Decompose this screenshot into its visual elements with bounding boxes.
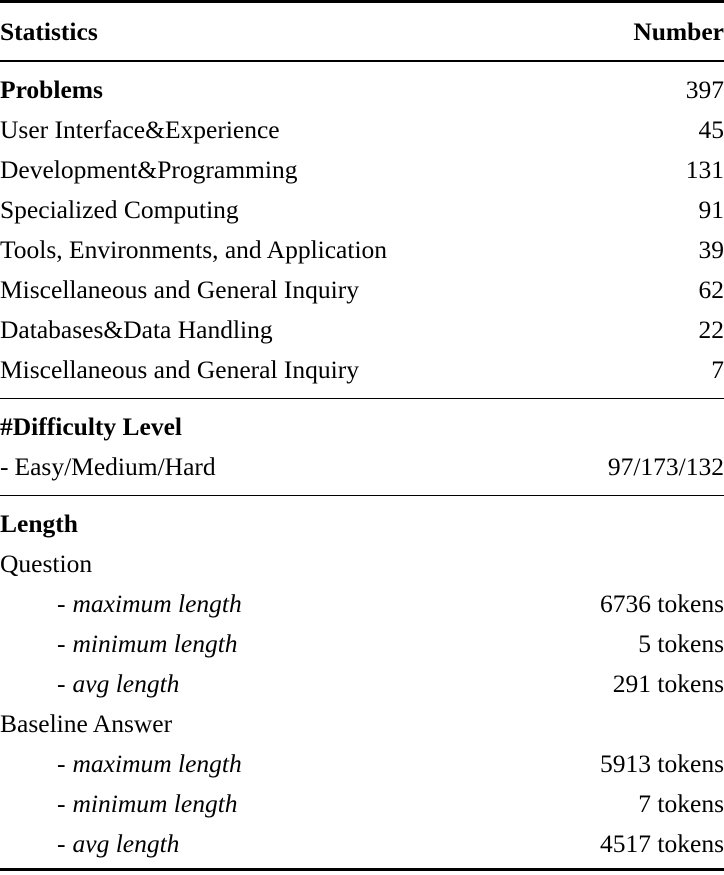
row-label-text: avg length <box>72 669 180 698</box>
row-label-text: maximum length <box>72 589 242 618</box>
table-row: Specialized Computing 91 <box>0 190 724 230</box>
row-value-user-interface-experience: 45 <box>698 115 724 144</box>
table-row: Development&Programming 131 <box>0 150 724 190</box>
group-label-question: Question <box>0 549 93 578</box>
section-value-length <box>500 504 724 544</box>
length-top-spacer <box>0 496 724 504</box>
row-label-easy-medium-hard: - Easy/Medium/Hard <box>0 447 500 487</box>
table-bottom-rule <box>0 868 724 872</box>
row-label-user-interface-experience: User Interface&Experience <box>0 115 280 144</box>
row-value-baseline-maximum-length: 5913 tokens <box>600 749 724 778</box>
row-dash: - <box>57 629 66 658</box>
row-label-text: avg length <box>72 829 180 858</box>
column-header-number: Number <box>633 17 724 46</box>
problems-top-spacer <box>0 62 724 70</box>
row-dash: - <box>57 829 66 858</box>
row-label-databases-data-handling: Databases&Data Handling <box>0 315 273 344</box>
row-value-databases-data-handling: 22 <box>698 315 724 344</box>
table-row-group-baseline-answer: Baseline Answer <box>0 704 724 744</box>
problems-bottom-spacer <box>0 390 724 399</box>
row-value-development-programming: 131 <box>685 155 724 184</box>
group-label-baseline-answer: Baseline Answer <box>0 709 173 738</box>
table-row-problems-heading: Problems 397 <box>0 70 724 110</box>
row-label-baseline-minimum-length: - minimum length <box>0 784 500 824</box>
table-row-difficulty-heading: #Difficulty Level <box>0 407 724 447</box>
table-row: Tools, Environments, and Application 39 <box>0 230 724 270</box>
table-row: - Easy/Medium/Hard 97/173/132 <box>0 447 724 487</box>
row-dash: - <box>57 589 66 618</box>
row-label-miscellaneous-general-inquiry-2: Miscellaneous and General Inquiry <box>0 355 360 384</box>
row-label-baseline-maximum-length: - maximum length <box>0 744 500 784</box>
group-value-question <box>500 544 724 584</box>
row-value-specialized-computing: 91 <box>698 195 724 224</box>
table-row: - minimum length 5 tokens <box>0 624 724 664</box>
row-value-question-minimum-length: 5 tokens <box>638 629 724 658</box>
header-bottom-spacer <box>0 52 724 61</box>
row-dash: - <box>57 789 66 818</box>
section-value-problems: 397 <box>685 75 724 104</box>
table-row: Miscellaneous and General Inquiry 62 <box>0 270 724 310</box>
row-value-easy-medium-hard: 97/173/132 <box>607 452 724 481</box>
group-value-baseline-answer <box>500 704 724 744</box>
row-value-baseline-avg-length: 4517 tokens <box>600 829 724 858</box>
row-label-text: minimum length <box>72 789 238 818</box>
table-row: - maximum length 5913 tokens <box>0 744 724 784</box>
section-heading-length: Length <box>0 509 78 538</box>
row-value-miscellaneous-general-inquiry-2: 7 <box>711 355 724 384</box>
row-label-baseline-avg-length: - avg length <box>0 824 500 864</box>
row-label-tools-environments-application: Tools, Environments, and Application <box>0 235 388 264</box>
row-dash: - <box>0 452 9 481</box>
row-label-development-programming: Development&Programming <box>0 155 298 184</box>
row-value-tools-environments-application: 39 <box>698 235 724 264</box>
difficulty-top-spacer <box>0 399 724 407</box>
row-label-question-avg-length: - avg length <box>0 664 500 704</box>
row-label-text: maximum length <box>72 749 242 778</box>
table-row: - avg length 291 tokens <box>0 664 724 704</box>
row-value-question-maximum-length: 6736 tokens <box>600 589 724 618</box>
row-label-text: Easy/Medium/Hard <box>14 452 216 481</box>
table-row: - maximum length 6736 tokens <box>0 584 724 624</box>
statistics-table-figure: Statistics Number Problems 397 User Inte… <box>0 0 724 875</box>
statistics-table: Statistics Number Problems 397 User Inte… <box>0 0 724 872</box>
row-value-miscellaneous-general-inquiry-1: 62 <box>698 275 724 304</box>
row-dash: - <box>57 669 66 698</box>
table-row: User Interface&Experience 45 <box>0 110 724 150</box>
row-label-question-maximum-length: - maximum length <box>0 584 500 624</box>
difficulty-bottom-spacer <box>0 487 724 496</box>
section-value-difficulty-level <box>500 407 724 447</box>
row-label-specialized-computing: Specialized Computing <box>0 195 239 224</box>
row-label-miscellaneous-general-inquiry-1: Miscellaneous and General Inquiry <box>0 275 360 304</box>
table-row: Miscellaneous and General Inquiry 7 <box>0 350 724 390</box>
table-row: - avg length 4517 tokens <box>0 824 724 864</box>
row-label-question-minimum-length: - minimum length <box>0 624 500 664</box>
table-row-length-heading: Length <box>0 504 724 544</box>
row-dash: - <box>57 749 66 778</box>
section-heading-difficulty-level: #Difficulty Level <box>0 412 182 441</box>
table-row: - minimum length 7 tokens <box>0 784 724 824</box>
header-spacer <box>0 3 724 12</box>
row-value-question-avg-length: 291 tokens <box>612 669 724 698</box>
row-label-text: minimum length <box>72 629 238 658</box>
column-header-statistics: Statistics <box>0 17 98 46</box>
table-row: Databases&Data Handling 22 <box>0 310 724 350</box>
row-value-baseline-minimum-length: 7 tokens <box>638 789 724 818</box>
table-row-group-question: Question <box>0 544 724 584</box>
table-header-row: Statistics Number <box>0 12 724 52</box>
section-heading-problems: Problems <box>0 75 103 104</box>
